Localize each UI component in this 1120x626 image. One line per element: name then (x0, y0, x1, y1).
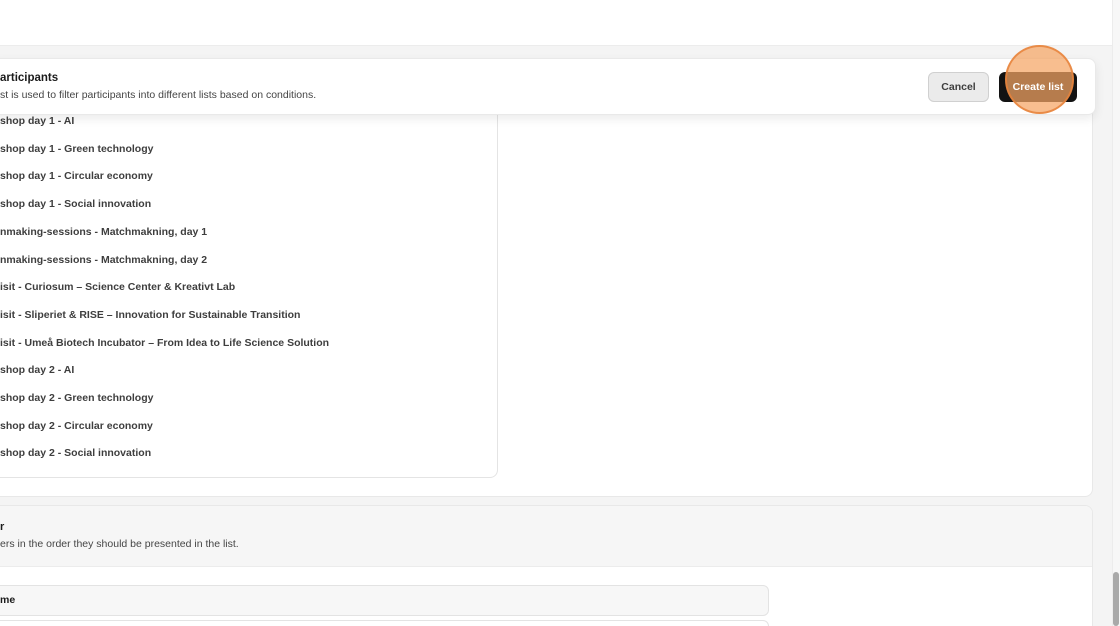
condition-list-item[interactable]: shop day 2 - Social innovation (0, 443, 151, 463)
condition-list-item[interactable]: nmaking-sessions - Matchmakning, day 1 (0, 222, 207, 242)
condition-list-item[interactable]: shop day 2 - AI (0, 360, 74, 380)
create-list-button[interactable] (999, 72, 1077, 102)
cancel-button[interactable]: Cancel (928, 72, 989, 102)
condition-list-item[interactable]: shop day 2 - Green technology (0, 388, 153, 408)
condition-list-item[interactable]: shop day 2 - Circular economy (0, 416, 153, 436)
condition-list-item[interactable]: isit - Sliperiet & RISE – Innovation for… (0, 305, 300, 325)
scrollbar[interactable] (1112, 0, 1120, 626)
page-title: articipants (0, 72, 59, 84)
condition-list-item[interactable]: shop day 1 - Circular economy (0, 166, 153, 186)
scrollbar-thumb[interactable] (1113, 572, 1119, 626)
order-field-label: me (0, 594, 16, 606)
condition-list-item[interactable]: isit - Curiosum – Science Center & Kreat… (0, 277, 235, 297)
order-title: r (0, 521, 5, 533)
order-field-row[interactable] (0, 585, 769, 616)
condition-list-item[interactable]: nmaking-sessions - Matchmakning, day 2 (0, 250, 207, 270)
page-description: st is used to filter participants into d… (0, 89, 317, 101)
condition-list-item[interactable]: shop day 1 - Social innovation (0, 194, 151, 214)
top-bar (0, 0, 1112, 46)
condition-list-item[interactable]: isit - Umeå Biotech Incubator – From Ide… (0, 333, 329, 353)
order-card-header (0, 506, 1092, 567)
condition-list-item[interactable]: shop day 1 - Green technology (0, 139, 153, 159)
order-description: ers in the order they should be presente… (0, 538, 239, 550)
order-field-row[interactable] (0, 620, 769, 626)
